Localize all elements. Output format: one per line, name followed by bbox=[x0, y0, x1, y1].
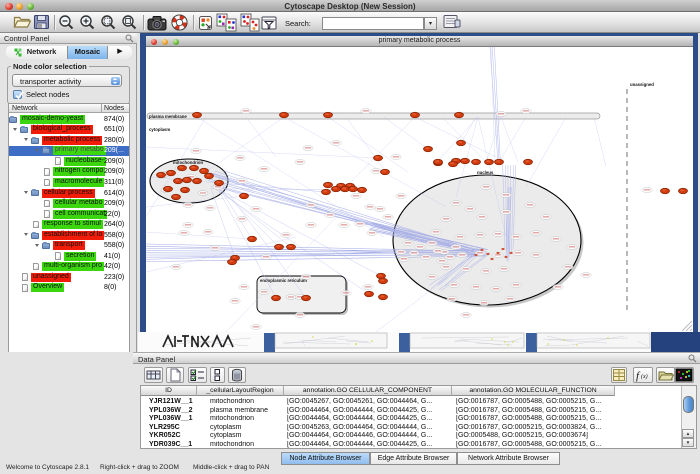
svg-text:plasma membrane: plasma membrane bbox=[149, 114, 187, 119]
svg-text:(x): (x) bbox=[641, 373, 648, 380]
svg-text:endoplasmic reticulum: endoplasmic reticulum bbox=[260, 278, 307, 283]
svg-text:unassigned: unassigned bbox=[630, 82, 654, 87]
svg-text:cytoplasm: cytoplasm bbox=[149, 127, 170, 132]
